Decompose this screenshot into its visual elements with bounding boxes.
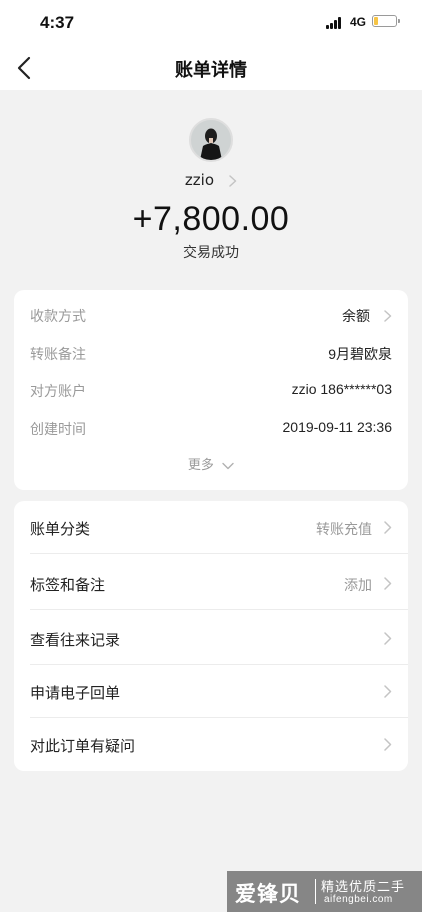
action-row-bill-category[interactable]: 账单分类 转账充值: [14, 501, 408, 554]
detail-label: 收款方式: [30, 309, 86, 325]
watermark: 爱锋贝 精选优质二手 aifengbei.com: [227, 871, 422, 912]
chevron-right-icon: [384, 310, 392, 322]
detail-row-payment-method[interactable]: 收款方式 余额: [30, 304, 392, 328]
more-label: 更多: [187, 458, 214, 473]
avatar[interactable]: [189, 118, 233, 162]
page-title: 账单详情: [175, 60, 247, 81]
action-label: 账单分类: [30, 520, 91, 538]
chevron-right-icon: [384, 632, 392, 645]
chevron-right-icon: [229, 174, 237, 187]
transaction-amount: +7,800.00: [132, 200, 290, 238]
detail-row-transfer-note: 转账备注 9月碧欧泉: [30, 342, 392, 366]
detail-row-counterparty-account: 对方账户 zzio 186******03: [30, 379, 392, 403]
detail-value: 余额: [342, 308, 370, 324]
action-label: 申请电子回单: [30, 684, 121, 702]
action-value: 添加: [344, 578, 372, 594]
action-row-e-receipt[interactable]: 申请电子回单: [14, 665, 408, 718]
action-label: 标签和备注: [30, 576, 106, 594]
payee-name: zzio: [184, 171, 214, 189]
detail-label: 对方账户: [30, 384, 86, 400]
battery-icon: [372, 15, 400, 27]
network-type: 4G: [350, 15, 367, 29]
user-avatar-photo: [191, 120, 231, 160]
signal-strength-icon: [326, 17, 344, 29]
detail-label: 创建时间: [30, 422, 86, 438]
action-value: 转账充值: [316, 522, 372, 538]
detail-row-created-time: 创建时间 2019-09-11 23:36: [30, 417, 392, 441]
nav-bar: 账单详情: [0, 46, 422, 90]
status-bar: 4:37 4G: [0, 0, 422, 46]
details-card: 收款方式 余额 转账备注 9月碧欧泉 对方账户 zzio 186******03…: [14, 290, 408, 490]
action-label: 查看往来记录: [30, 631, 121, 649]
detail-value: 2019-09-11 23:36: [282, 419, 393, 435]
battery-level: [374, 17, 378, 25]
chevron-right-icon: [384, 577, 392, 590]
chevron-right-icon: [384, 738, 392, 751]
action-row-order-question[interactable]: 对此订单有疑问: [14, 718, 408, 771]
status-time: 4:37: [40, 13, 75, 32]
detail-value: zzio 186******03: [291, 381, 392, 397]
chevron-right-icon: [384, 521, 392, 534]
action-row-view-history[interactable]: 查看往来记录: [14, 612, 408, 665]
detail-label: 转账备注: [30, 347, 86, 363]
detail-value: 9月碧欧泉: [328, 346, 392, 362]
more-button[interactable]: 更多: [14, 454, 408, 473]
watermark-tagline: 精选优质二手: [321, 880, 406, 895]
actions-card: 账单分类 转账充值 标签和备注 添加 查看往来记录 申请电子回单 对此订单有疑问: [14, 501, 408, 771]
chevron-right-icon: [384, 685, 392, 698]
watermark-url: aifengbei.com: [324, 894, 393, 905]
transaction-header: zzio +7,800.00 交易成功: [0, 90, 422, 290]
transaction-status: 交易成功: [183, 245, 239, 261]
chevron-down-icon: [222, 462, 234, 469]
action-row-tags-notes[interactable]: 标签和备注 添加: [14, 557, 408, 610]
action-label: 对此订单有疑问: [30, 737, 136, 755]
payee-name-row[interactable]: zzio: [0, 170, 422, 189]
watermark-brand: 爱锋贝: [235, 882, 301, 906]
